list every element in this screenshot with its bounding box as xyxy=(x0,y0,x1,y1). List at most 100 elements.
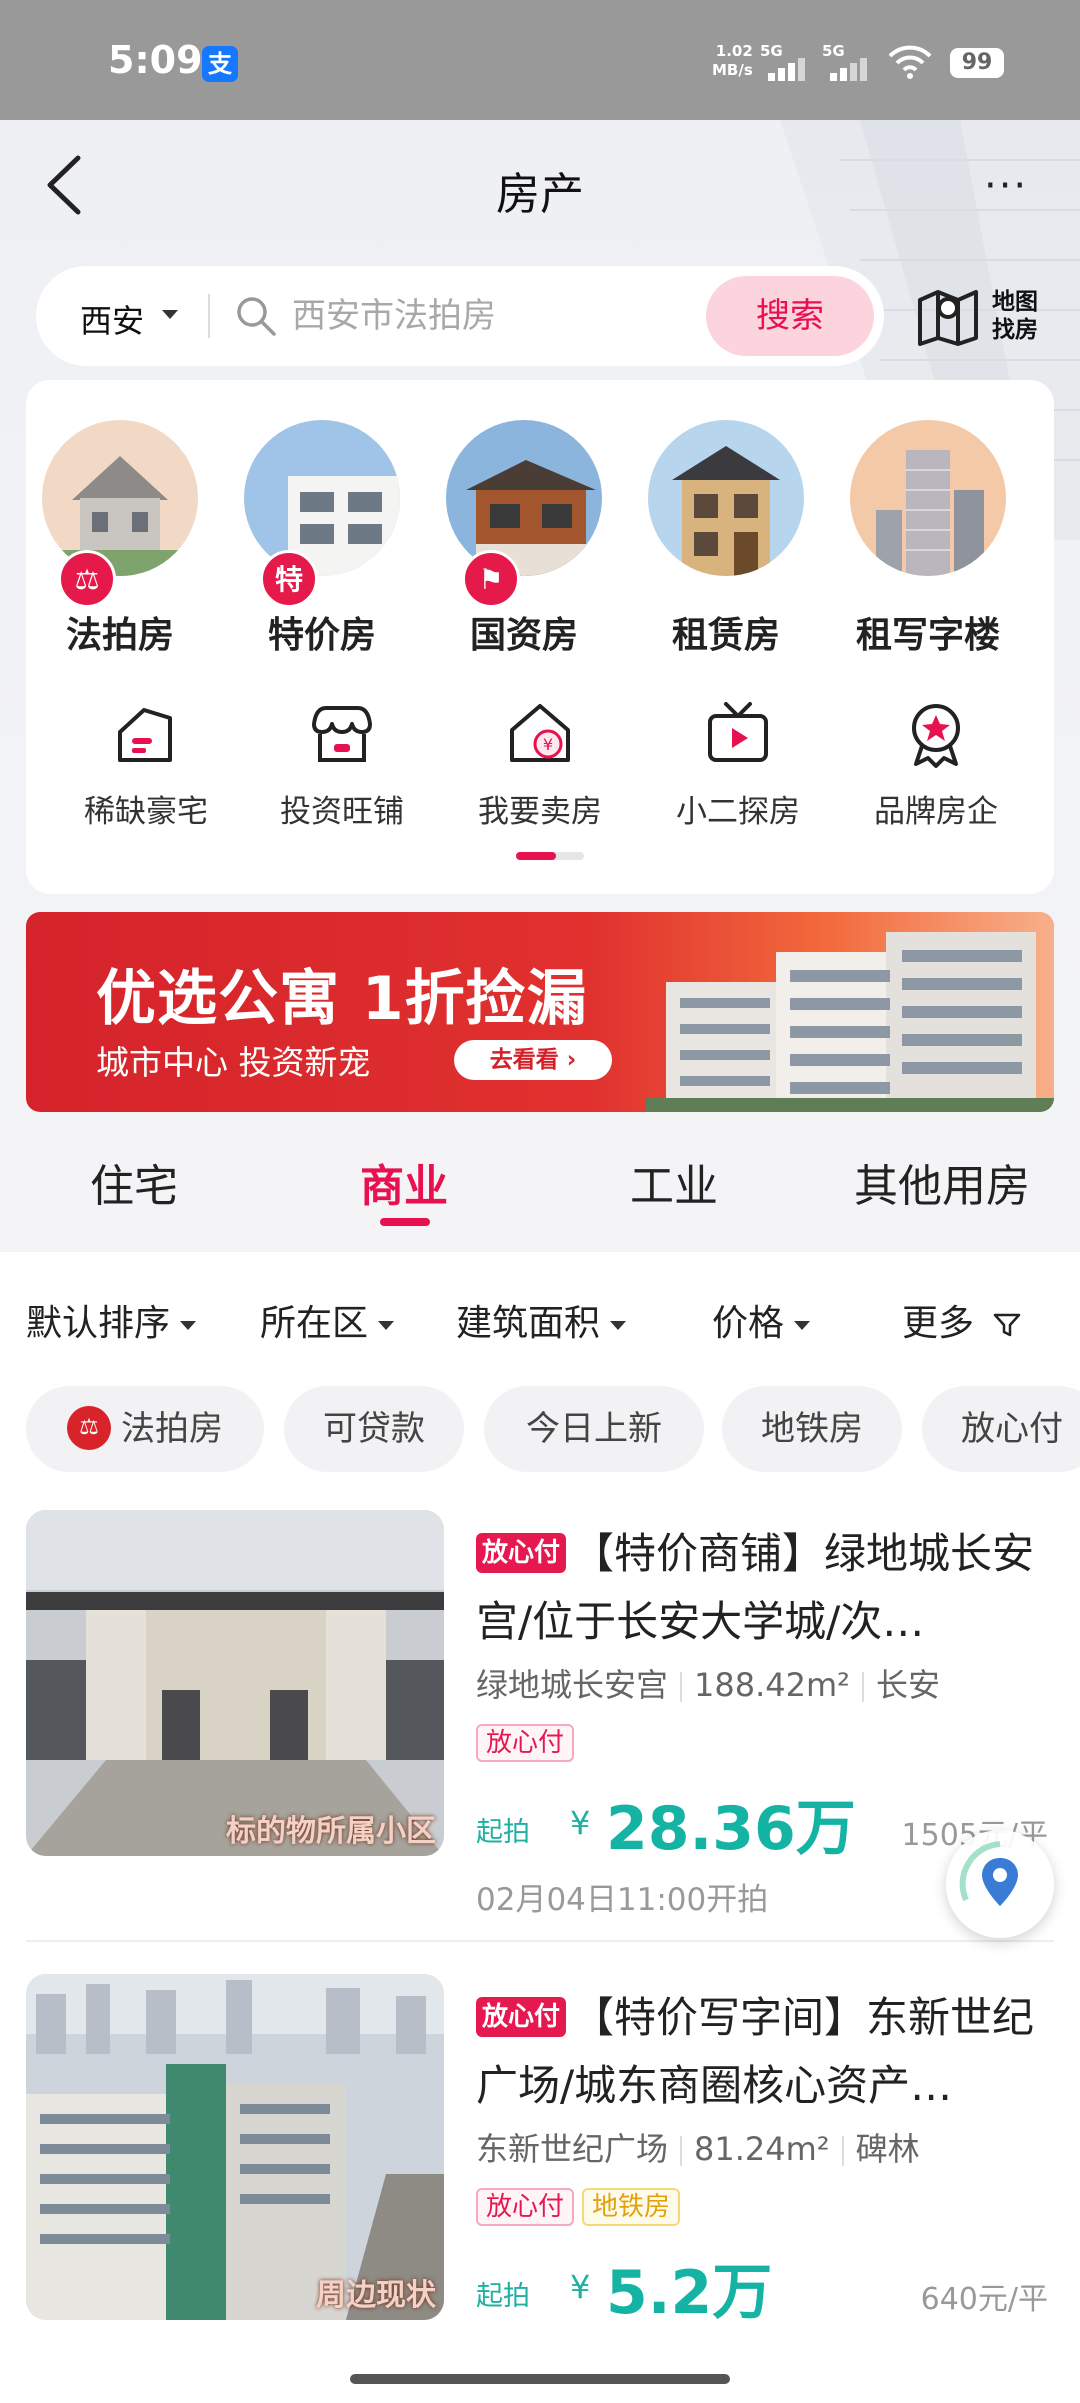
feature-tag: 放心付 xyxy=(476,2188,575,2226)
community-name: 绿地城长安宫 xyxy=(476,1666,669,1704)
listing-meta: 绿地城长安宫 188.42m² 长安 xyxy=(476,1660,940,1706)
listing-image: 周边现状 xyxy=(26,1974,444,2320)
category-label: 特价房 xyxy=(267,615,376,656)
quick-tag-row: ⚖ 法拍房 可贷款 今日上新 地铁房 放心付 xyxy=(0,1386,1080,1476)
search-input[interactable] xyxy=(292,276,692,356)
special-price-badge-icon: 特 xyxy=(260,550,318,608)
quick-tag-safe-pay[interactable]: 放心付 xyxy=(922,1386,1080,1472)
community-name: 东新世纪广场 xyxy=(476,2130,669,2168)
filter-sort[interactable]: 默认排序 xyxy=(26,1294,197,1346)
quick-tag-auction[interactable]: ⚖ 法拍房 xyxy=(26,1386,264,1472)
listing-title: 放心付 【特价写字间】东新世纪广场/城东商圈核心资产… xyxy=(476,1984,1056,2120)
filter-bar: 默认排序 所在区 建筑面积 价格 更多 xyxy=(0,1252,1080,1382)
caret-down-icon xyxy=(378,1320,395,1330)
state-flag-badge-icon: ⚑ xyxy=(462,550,520,608)
filter-district[interactable]: 所在区 xyxy=(260,1294,395,1346)
tab-commercial[interactable]: 商业 xyxy=(360,1150,448,1214)
filter-label: 建筑面积 xyxy=(456,1303,601,1344)
caret-down-icon[interactable] xyxy=(162,310,178,319)
caret-down-icon xyxy=(794,1320,811,1330)
category-label: 国资房 xyxy=(469,615,578,656)
quick-tag-loan[interactable]: 可贷款 xyxy=(284,1386,464,1472)
filter-price[interactable]: 价格 xyxy=(712,1294,811,1346)
safe-pay-badge: 放心付 xyxy=(476,1996,567,2037)
category-label: 租写字楼 xyxy=(855,615,1000,656)
caret-down-icon xyxy=(610,1320,627,1330)
feature-tags: 放心付 xyxy=(476,1724,582,1762)
map-find-button[interactable]: 地图 找房 xyxy=(916,282,1056,352)
divider xyxy=(26,1940,1054,1942)
sub-category-tour[interactable]: 小二探房 xyxy=(638,698,838,831)
locate-button[interactable] xyxy=(946,1830,1054,1938)
property-type-tabs: 住宅 商业 工业 其他用房 xyxy=(0,1130,1080,1250)
sub-category-label: 投资旺铺 xyxy=(280,794,404,830)
caret-down-icon xyxy=(180,1320,197,1330)
listing-content: 默认排序 所在区 建筑面积 价格 更多 ⚖ 法拍房 可贷款 今日上新 地铁房 放心… xyxy=(0,1252,1080,2403)
starting-price: 5.2万 xyxy=(606,2258,773,2328)
safe-pay-badge: 放心付 xyxy=(476,1532,567,1573)
page-title: 房产 xyxy=(496,169,584,220)
feature-tag: 地铁房 xyxy=(582,2188,681,2226)
category-state-house[interactable]: ⚑ 国资房 xyxy=(434,420,614,658)
home-indicator[interactable] xyxy=(350,2374,730,2384)
category-label: 租赁房 xyxy=(671,615,780,656)
image-caption: 周边现状 xyxy=(316,2278,436,2313)
category-label: 法拍房 xyxy=(65,615,174,656)
category-auction-house[interactable]: ⚖ 法拍房 xyxy=(30,420,210,658)
filter-label: 所在区 xyxy=(260,1303,369,1344)
quick-tag-new-today[interactable]: 今日上新 xyxy=(484,1386,704,1472)
quick-tag-label: 法拍房 xyxy=(121,1409,223,1449)
status-time: 5:09 xyxy=(108,38,203,82)
court-badge-icon: ⚖ xyxy=(67,1405,111,1450)
search-button[interactable]: 搜索 xyxy=(706,276,874,356)
tab-other[interactable]: 其他用房 xyxy=(854,1150,1030,1214)
sub-category-label: 小二探房 xyxy=(676,794,800,830)
tab-industrial[interactable]: 工业 xyxy=(630,1150,718,1214)
filter-more[interactable]: 更多 xyxy=(902,1294,1021,1346)
sub-category-label: 我要卖房 xyxy=(478,794,602,830)
signal-2-icon: 5G xyxy=(822,42,878,82)
alipay-icon: 支 xyxy=(202,46,238,82)
net-speed-value: 1.02 xyxy=(715,42,753,60)
quick-tag-metro[interactable]: 地铁房 xyxy=(722,1386,902,1472)
sub-category-label: 品牌房企 xyxy=(874,794,998,830)
city-selector[interactable]: 西安 xyxy=(80,296,144,342)
banner-subtitle: 城市中心 投资新宠 xyxy=(96,1043,371,1082)
category-office-rent[interactable]: 租写字楼 xyxy=(838,420,1018,658)
sub-category-brand[interactable]: 品牌房企 xyxy=(836,698,1036,831)
filter-area[interactable]: 建筑面积 xyxy=(456,1294,627,1346)
office-building-image xyxy=(850,420,1006,576)
category-discount-house[interactable]: 特 特价房 xyxy=(232,420,412,658)
feature-tags: 放心付 地铁房 xyxy=(476,2188,688,2226)
funnel-icon xyxy=(994,1313,1021,1337)
shop-icon xyxy=(312,706,372,762)
category-rental-house[interactable]: 租赁房 xyxy=(636,420,816,658)
filter-label: 默认排序 xyxy=(26,1303,171,1344)
listing-meta: 东新世纪广场 81.24m² 碑林 xyxy=(476,2124,920,2170)
listing-card[interactable]: 标的物所属小区 放心付 【特价商铺】绿地城长安宫/位于长安大学城/次… 绿地城长安… xyxy=(0,1510,1080,1960)
image-caption: 标的物所属小区 xyxy=(226,1814,436,1849)
listing-card[interactable]: 周边现状 放心付 【特价写字间】东新世纪广场/城东商圈核心资产… 东新世纪广场 81… xyxy=(0,1974,1080,2403)
active-tab-indicator xyxy=(380,1218,430,1226)
building-area: 188.42m² xyxy=(694,1666,850,1704)
signal-1-icon: 5G xyxy=(760,42,816,82)
sub-category-shop[interactable]: 投资旺铺 xyxy=(242,698,442,831)
banner-title: 优选公寓 1折捡漏 xyxy=(96,964,588,1034)
tab-residential[interactable]: 住宅 xyxy=(90,1150,178,1214)
building-area: 81.24m² xyxy=(694,2130,830,2168)
feature-tag: 放心付 xyxy=(476,1724,575,1762)
filter-label: 更多 xyxy=(902,1303,975,1344)
banner-go-button[interactable]: 去看看 › xyxy=(454,1040,612,1080)
sub-category-luxury[interactable]: 稀缺豪宅 xyxy=(46,698,246,831)
promo-banner[interactable]: 优选公寓 1折捡漏 城市中心 投资新宠 去看看 › xyxy=(26,912,1054,1112)
status-bar: 5:09 支 1.02 MB/s 5G 5G 99 xyxy=(0,0,1080,120)
sub-category-sell[interactable]: ¥ 我要卖房 xyxy=(440,698,640,831)
net-speed-unit: MB/s xyxy=(712,61,753,79)
rental-house-image xyxy=(648,420,804,576)
net-speed: 1.02 MB/s xyxy=(712,42,753,80)
more-options-icon[interactable]: ··· xyxy=(984,166,1028,206)
auction-time: 02月04日11:00开拍 xyxy=(476,1882,769,1918)
map-pin-icon xyxy=(918,290,978,346)
house-icon xyxy=(118,708,172,762)
district-name: 长安 xyxy=(875,1666,940,1704)
